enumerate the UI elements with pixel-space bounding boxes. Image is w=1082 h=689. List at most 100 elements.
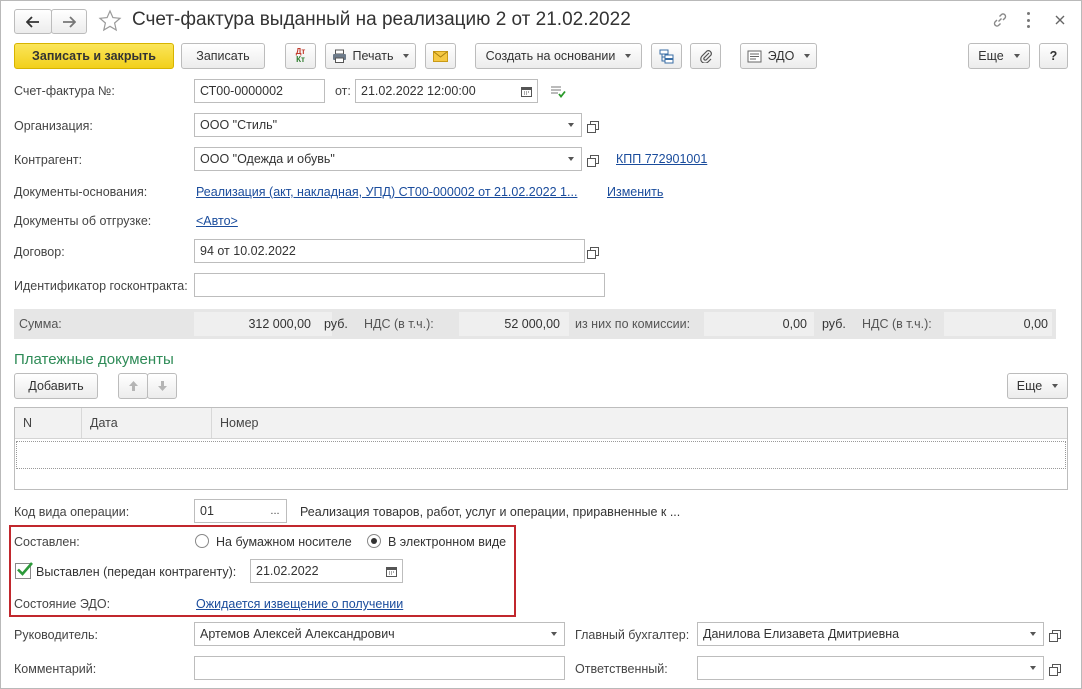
issued-date-field[interactable]: 21.02.2022	[250, 559, 382, 583]
more-button[interactable]: Еще	[968, 43, 1030, 69]
responsible-label: Ответственный:	[575, 662, 668, 676]
base-documents-link[interactable]: Реализация (акт, накладная, УПД) СТ00-00…	[196, 185, 577, 199]
attach-button[interactable]	[690, 43, 721, 69]
column-header-n[interactable]: N	[15, 408, 82, 438]
contract-label: Договор:	[14, 245, 65, 259]
head-field[interactable]: Артемов Алексей Александрович	[194, 622, 545, 646]
open-form-icon	[586, 154, 599, 167]
envelope-icon	[433, 50, 448, 62]
invoice-number-field[interactable]: СТ00-0000002	[194, 79, 325, 103]
issued-checkbox[interactable]	[15, 562, 33, 579]
help-label: ?	[1049, 49, 1058, 63]
comment-field[interactable]	[194, 656, 565, 680]
checkmark-icon	[17, 562, 33, 576]
paper-radio[interactable]	[195, 534, 209, 548]
paperclip-icon	[699, 50, 712, 63]
arrow-right-icon	[63, 15, 76, 28]
gov-contract-field[interactable]	[194, 273, 605, 297]
arrow-down-icon	[157, 381, 167, 391]
counterparty-dropdown-button[interactable]	[561, 147, 582, 171]
favorite-star-icon[interactable]	[98, 9, 122, 33]
open-form-icon	[1048, 663, 1061, 676]
create-based-on-button[interactable]: Создать на основании	[475, 43, 642, 69]
dt-kt-button[interactable]: Дт Кт	[285, 43, 316, 69]
counterparty-open-button[interactable]	[584, 147, 604, 171]
forward-button[interactable]	[51, 9, 87, 34]
open-form-icon	[1048, 629, 1061, 642]
commission-value: 0,00	[782, 317, 807, 331]
contract-open-button[interactable]	[584, 239, 604, 263]
operation-code-label: Код вида операции:	[14, 505, 130, 519]
chevron-down-icon	[1030, 632, 1036, 636]
sums-panel: Сумма: 312 000,00 руб. НДС (в т.ч.): 52 …	[14, 309, 1056, 339]
chevron-down-icon	[1013, 54, 1020, 58]
email-button[interactable]	[425, 43, 456, 69]
vat2-label: НДС (в т.ч.):	[862, 317, 932, 331]
organization-open-button[interactable]	[584, 113, 604, 137]
write-button[interactable]: Записать	[181, 43, 265, 69]
link-icon[interactable]	[992, 12, 1008, 28]
column-header-number[interactable]: Номер	[212, 408, 1067, 438]
shipping-documents-label: Документы об отгрузке:	[14, 214, 152, 228]
add-payment-button[interactable]: Добавить	[14, 373, 98, 399]
shipping-documents-link[interactable]: <Авто>	[196, 214, 238, 228]
responsible-open-button[interactable]	[1046, 656, 1066, 680]
open-form-icon	[586, 120, 599, 133]
document-status-icon	[551, 86, 566, 98]
chevron-down-icon	[568, 157, 574, 161]
arrow-left-icon	[26, 15, 39, 28]
chevron-down-icon	[804, 54, 811, 58]
calendar-button[interactable]	[516, 79, 538, 103]
issued-calendar-button[interactable]	[381, 559, 403, 583]
chief-accountant-open-button[interactable]	[1046, 622, 1066, 646]
print-button[interactable]: Печать	[325, 43, 416, 69]
edo-icon	[747, 50, 762, 62]
chief-accountant-dropdown-button[interactable]	[1023, 622, 1044, 646]
date-field[interactable]: 21.02.2022 12:00:00	[355, 79, 517, 103]
change-link[interactable]: Изменить	[607, 185, 663, 199]
help-button[interactable]: ?	[1039, 43, 1068, 69]
window-title: Счет-фактура выданный на реализацию 2 от…	[132, 9, 631, 30]
organization-dropdown-button[interactable]	[561, 113, 582, 137]
responsible-dropdown-button[interactable]	[1023, 656, 1044, 680]
electronic-radio[interactable]	[367, 534, 381, 548]
column-header-date[interactable]: Дата	[82, 408, 212, 438]
move-down-button[interactable]	[147, 373, 177, 399]
move-up-button[interactable]	[118, 373, 148, 399]
close-icon[interactable]	[1055, 15, 1065, 25]
contract-field[interactable]: 94 от 10.02.2022	[194, 239, 585, 263]
chief-accountant-label: Главный бухгалтер:	[575, 628, 690, 642]
chevron-down-icon	[568, 123, 574, 127]
operation-code-select-button[interactable]: ...	[264, 499, 287, 523]
edo-state-link[interactable]: Ожидается извещение о получении	[196, 597, 403, 611]
calendar-icon	[521, 86, 532, 97]
payments-more-button[interactable]: Еще	[1007, 373, 1068, 399]
payments-table[interactable]: N Дата Номер	[14, 407, 1068, 490]
window-menu-icon[interactable]	[1025, 12, 1031, 28]
issued-label[interactable]: Выставлен (передан контрагенту):	[36, 565, 236, 579]
electronic-radio-label[interactable]: В электронном виде	[388, 535, 506, 549]
chevron-down-icon	[625, 54, 632, 58]
date-from-label: от:	[335, 84, 351, 98]
chief-accountant-field[interactable]: Данилова Елизавета Дмитриевна	[697, 622, 1024, 646]
edo-button[interactable]: ЭДО	[740, 43, 817, 69]
responsible-field[interactable]	[697, 656, 1024, 680]
payments-table-selected-row[interactable]	[16, 441, 1066, 469]
write-and-close-button[interactable]: Записать и закрыть	[14, 43, 174, 69]
operation-code-field[interactable]: 01	[194, 499, 265, 523]
invoice-number-label: Счет-фактура №:	[14, 84, 115, 98]
back-button[interactable]	[14, 9, 52, 34]
open-form-icon	[586, 246, 599, 259]
chevron-down-icon	[403, 54, 410, 58]
chevron-down-icon	[1052, 384, 1059, 388]
more-label: Еще	[978, 49, 1004, 63]
arrow-up-icon	[128, 381, 138, 391]
head-dropdown-button[interactable]	[544, 622, 565, 646]
structure-button[interactable]	[651, 43, 682, 69]
paper-radio-label[interactable]: На бумажном носителе	[216, 535, 352, 549]
organization-field[interactable]: ООО "Стиль"	[194, 113, 562, 137]
sum-label: Сумма:	[19, 317, 62, 331]
kpp-link[interactable]: КПП 772901001	[616, 152, 707, 166]
operation-code-browse-label: ...	[270, 505, 280, 517]
counterparty-field[interactable]: ООО "Одежда и обувь"	[194, 147, 562, 171]
